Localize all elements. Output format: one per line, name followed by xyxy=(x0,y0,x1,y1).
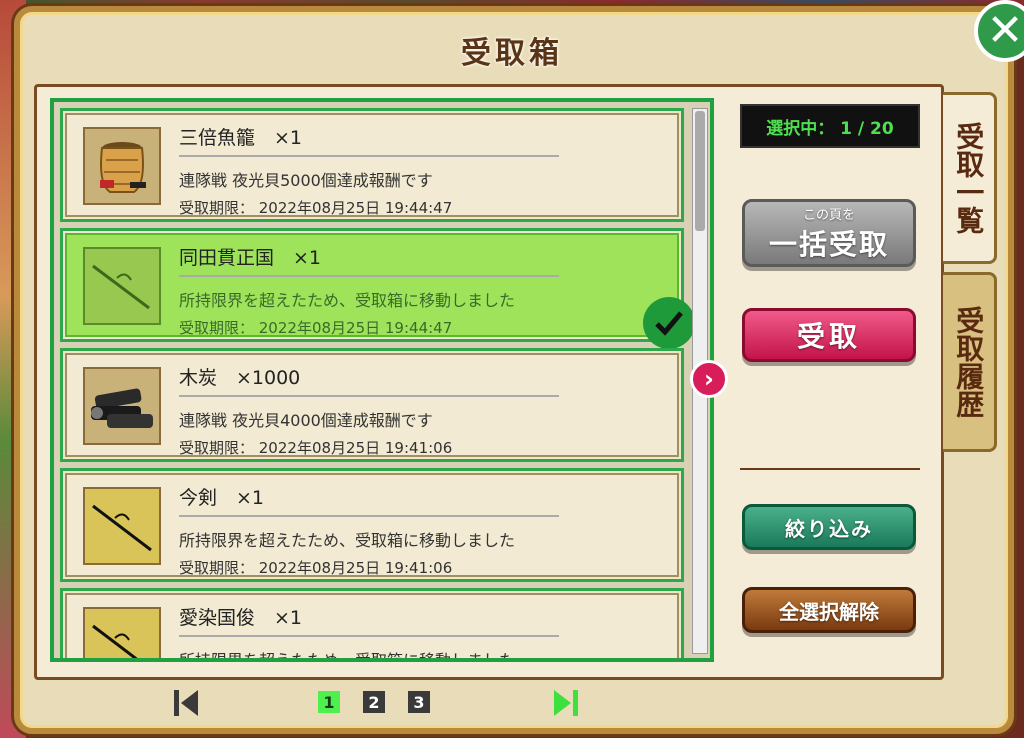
item-name: 同田貫正国 ×1 xyxy=(179,247,322,269)
bulk-receive-sublabel: この頁を xyxy=(802,207,855,223)
page-1-button[interactable]: 1 xyxy=(318,691,340,713)
deselect-all-button[interactable]: 全選択解除 xyxy=(742,587,916,633)
list-item-selected[interactable]: 同田貫正国 ×1 所持限界を超えたため、受取箱に移動しました 受取期限： 202… xyxy=(60,228,695,349)
scrollbar-thumb[interactable] xyxy=(695,111,705,231)
receive-button[interactable]: 受取 xyxy=(742,308,916,362)
chevron-right-icon: › xyxy=(704,365,714,393)
list-item[interactable]: 三倍魚籠 ×1 連隊戦 夜光貝5000個達成報酬です 受取期限： 2022年08… xyxy=(60,108,684,222)
item-name: 愛染国俊 ×1 xyxy=(179,607,303,629)
item-description: 所持限界を超えたため、受取箱に移動しました xyxy=(179,291,516,310)
item-list: 三倍魚籠 ×1 連隊戦 夜光貝5000個達成報酬です 受取期限： 2022年08… xyxy=(50,98,714,662)
tab-label: 受取履歴 xyxy=(952,306,986,418)
item-name: 三倍魚籠 ×1 xyxy=(179,127,303,149)
list-item[interactable]: 愛染国俊 ×1 所持限界を超えたため、受取箱に移動しました xyxy=(60,588,684,662)
item-expiry: 受取期限： 2022年08月25日 19:41:06 xyxy=(179,439,453,457)
item-name: 今剣 ×1 xyxy=(179,487,265,509)
dialog-title: 受取箱 xyxy=(461,36,563,71)
skip-first-icon xyxy=(174,690,198,716)
bulk-receive-button[interactable]: この頁を 一括受取 xyxy=(742,199,916,267)
sword-icon xyxy=(83,247,161,325)
first-page-button[interactable] xyxy=(172,688,202,718)
expand-arrow-button[interactable]: › xyxy=(690,360,728,398)
fish-basket-icon xyxy=(83,127,161,205)
selection-counter: 選択中： 1 / 20 xyxy=(740,104,920,148)
item-expiry: 受取期限： 2022年08月25日 19:44:47 xyxy=(179,319,453,337)
list-item[interactable]: 木炭 ×1000 連隊戦 夜光貝4000個達成報酬です 受取期限： 2022年0… xyxy=(60,348,684,462)
sword-icon xyxy=(83,607,161,658)
sword-icon xyxy=(83,487,161,565)
close-icon: ✕ xyxy=(986,5,1024,56)
list-item[interactable]: 今剣 ×1 所持限界を超えたため、受取箱に移動しました 受取期限： 2022年0… xyxy=(60,468,684,582)
item-description: 所持限界を超えたため、受取箱に移動しました xyxy=(179,651,516,662)
item-name: 木炭 ×1000 xyxy=(179,367,301,389)
filter-button[interactable]: 絞り込み xyxy=(742,504,916,550)
bulk-receive-label: 一括受取 xyxy=(768,227,889,261)
last-page-button[interactable] xyxy=(550,688,580,718)
item-description: 所持限界を超えたため、受取箱に移動しました xyxy=(179,531,516,550)
item-description: 連隊戦 夜光貝4000個達成報酬です xyxy=(179,411,433,430)
skip-last-icon xyxy=(554,690,578,716)
item-expiry: 受取期限： 2022年08月25日 19:44:47 xyxy=(179,199,453,217)
tab-receive-list[interactable]: 受取一覧 xyxy=(943,92,997,264)
side-divider xyxy=(740,468,920,470)
charcoal-icon xyxy=(83,367,161,445)
page-2-button[interactable]: 2 xyxy=(363,691,385,713)
tab-receive-history[interactable]: 受取履歴 xyxy=(943,272,997,452)
item-expiry: 受取期限： 2022年08月25日 19:41:06 xyxy=(179,559,453,577)
page-3-button[interactable]: 3 xyxy=(408,691,430,713)
item-description: 連隊戦 夜光貝5000個達成報酬です xyxy=(179,171,433,190)
tab-label: 受取一覧 xyxy=(952,122,986,234)
check-icon xyxy=(643,297,695,349)
